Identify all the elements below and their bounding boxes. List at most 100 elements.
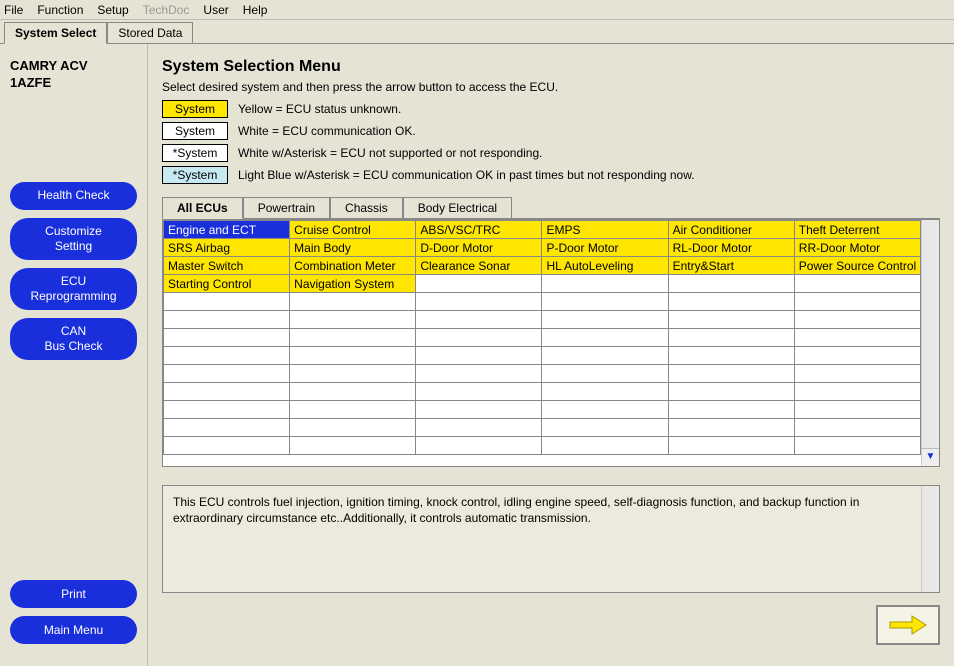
- grid-cell: [542, 437, 668, 455]
- grid-cell: [542, 311, 668, 329]
- ecu-tab-body[interactable]: Body Electrical: [403, 197, 512, 219]
- menu-setup[interactable]: Setup: [97, 3, 128, 17]
- grid-cell: [290, 347, 416, 365]
- ecu-tab-powertrain[interactable]: Powertrain: [243, 197, 330, 219]
- grid-cell: [416, 365, 542, 383]
- arrow-right-icon: [888, 613, 928, 637]
- print-button[interactable]: Print: [10, 580, 137, 608]
- grid-cell[interactable]: Starting Control: [164, 275, 290, 293]
- grid-cell: [542, 347, 668, 365]
- menu-file[interactable]: File: [4, 3, 23, 17]
- grid-cell: [794, 275, 920, 293]
- can-bus-check-button[interactable]: CAN Bus Check: [10, 318, 137, 360]
- grid-cell[interactable]: Main Body: [290, 239, 416, 257]
- menu-user[interactable]: User: [203, 3, 228, 17]
- grid-cell: [416, 293, 542, 311]
- grid-cell[interactable]: ABS/VSC/TRC: [416, 221, 542, 239]
- grid-cell: [668, 401, 794, 419]
- grid-cell: [290, 383, 416, 401]
- grid-cell: [794, 329, 920, 347]
- grid-cell: [668, 329, 794, 347]
- grid-cell[interactable]: RL-Door Motor: [668, 239, 794, 257]
- legend-chip-white: System: [162, 122, 228, 140]
- tab-system-select[interactable]: System Select: [4, 22, 107, 44]
- grid-cell[interactable]: P-Door Motor: [542, 239, 668, 257]
- description-box: This ECU controls fuel injection, igniti…: [162, 485, 940, 593]
- menu-help[interactable]: Help: [243, 3, 268, 17]
- customize-setting-button[interactable]: Customize Setting: [10, 218, 137, 260]
- grid-cell: [164, 419, 290, 437]
- grid-cell: [668, 383, 794, 401]
- grid-cell[interactable]: SRS Airbag: [164, 239, 290, 257]
- health-check-button[interactable]: Health Check: [10, 182, 137, 210]
- scroll-down-icon[interactable]: ▼: [922, 448, 939, 466]
- legend-yellow: System Yellow = ECU status unknown.: [162, 100, 940, 118]
- grid-cell[interactable]: Clearance Sonar: [416, 257, 542, 275]
- ecu-tab-all[interactable]: All ECUs: [162, 197, 243, 219]
- legend-yellow-text: Yellow = ECU status unknown.: [238, 102, 401, 116]
- grid-cell: [416, 383, 542, 401]
- grid-cell: [416, 437, 542, 455]
- desc-scrollbar[interactable]: [921, 486, 939, 592]
- grid-cell: [794, 347, 920, 365]
- legend-lightblue-text: Light Blue w/Asterisk = ECU communicatio…: [238, 168, 695, 182]
- ecu-tab-chassis[interactable]: Chassis: [330, 197, 403, 219]
- grid-cell: [290, 437, 416, 455]
- legend-white: System White = ECU communication OK.: [162, 122, 940, 140]
- grid-cell: [542, 293, 668, 311]
- grid-cell: [542, 365, 668, 383]
- tab-stored-data[interactable]: Stored Data: [107, 22, 193, 44]
- grid-cell[interactable]: Air Conditioner: [668, 221, 794, 239]
- ecu-reprogramming-button[interactable]: ECU Reprogramming: [10, 268, 137, 310]
- legend-asterisk-text: White w/Asterisk = ECU not supported or …: [238, 146, 542, 160]
- grid-cell: [668, 275, 794, 293]
- grid-cell: [290, 365, 416, 383]
- ecu-grid: Engine and ECTCruise ControlABS/VSC/TRCE…: [162, 219, 940, 467]
- grid-cell[interactable]: Combination Meter: [290, 257, 416, 275]
- grid-cell[interactable]: D-Door Motor: [416, 239, 542, 257]
- grid-cell: [794, 437, 920, 455]
- vehicle-line1: CAMRY ACV: [10, 58, 137, 75]
- grid-cell: [668, 419, 794, 437]
- grid-cell: [542, 401, 668, 419]
- proceed-arrow-button[interactable]: [876, 605, 940, 645]
- grid-cell[interactable]: Master Switch: [164, 257, 290, 275]
- grid-cell[interactable]: Cruise Control: [290, 221, 416, 239]
- legend-lightblue: *System Light Blue w/Asterisk = ECU comm…: [162, 166, 940, 184]
- grid-cell[interactable]: Navigation System: [290, 275, 416, 293]
- legend-chip-yellow: System: [162, 100, 228, 118]
- grid-cell: [164, 293, 290, 311]
- grid-cell: [164, 311, 290, 329]
- main-menu-button[interactable]: Main Menu: [10, 616, 137, 644]
- grid-cell: [164, 401, 290, 419]
- grid-cell[interactable]: Entry&Start: [668, 257, 794, 275]
- grid-cell[interactable]: HL AutoLeveling: [542, 257, 668, 275]
- grid-cell: [416, 311, 542, 329]
- menu-techdoc: TechDoc: [143, 3, 190, 17]
- menu-function[interactable]: Function: [37, 3, 83, 17]
- grid-cell[interactable]: Power Source Control: [794, 257, 920, 275]
- vehicle-label: CAMRY ACV 1AZFE: [10, 58, 137, 92]
- menubar: File Function Setup TechDoc User Help: [0, 0, 954, 20]
- grid-scrollbar[interactable]: ▼: [921, 220, 939, 466]
- grid-cell: [416, 347, 542, 365]
- grid-cell: [794, 383, 920, 401]
- grid-cell[interactable]: Engine and ECT: [164, 221, 290, 239]
- description-text: This ECU controls fuel injection, igniti…: [173, 495, 859, 525]
- grid-cell[interactable]: EMPS: [542, 221, 668, 239]
- grid-cell: [668, 347, 794, 365]
- legend-chip-asterisk: *System: [162, 144, 228, 162]
- legend-chip-lightblue: *System: [162, 166, 228, 184]
- grid-cell: [164, 365, 290, 383]
- legend-white-text: White = ECU communication OK.: [238, 124, 416, 138]
- grid-cell: [290, 311, 416, 329]
- grid-cell: [164, 437, 290, 455]
- legend-asterisk: *System White w/Asterisk = ECU not suppo…: [162, 144, 940, 162]
- grid-cell: [164, 383, 290, 401]
- grid-cell[interactable]: RR-Door Motor: [794, 239, 920, 257]
- grid-cell: [668, 293, 794, 311]
- grid-cell: [164, 347, 290, 365]
- grid-cell: [794, 365, 920, 383]
- grid-cell[interactable]: Theft Deterrent: [794, 221, 920, 239]
- grid-cell: [416, 329, 542, 347]
